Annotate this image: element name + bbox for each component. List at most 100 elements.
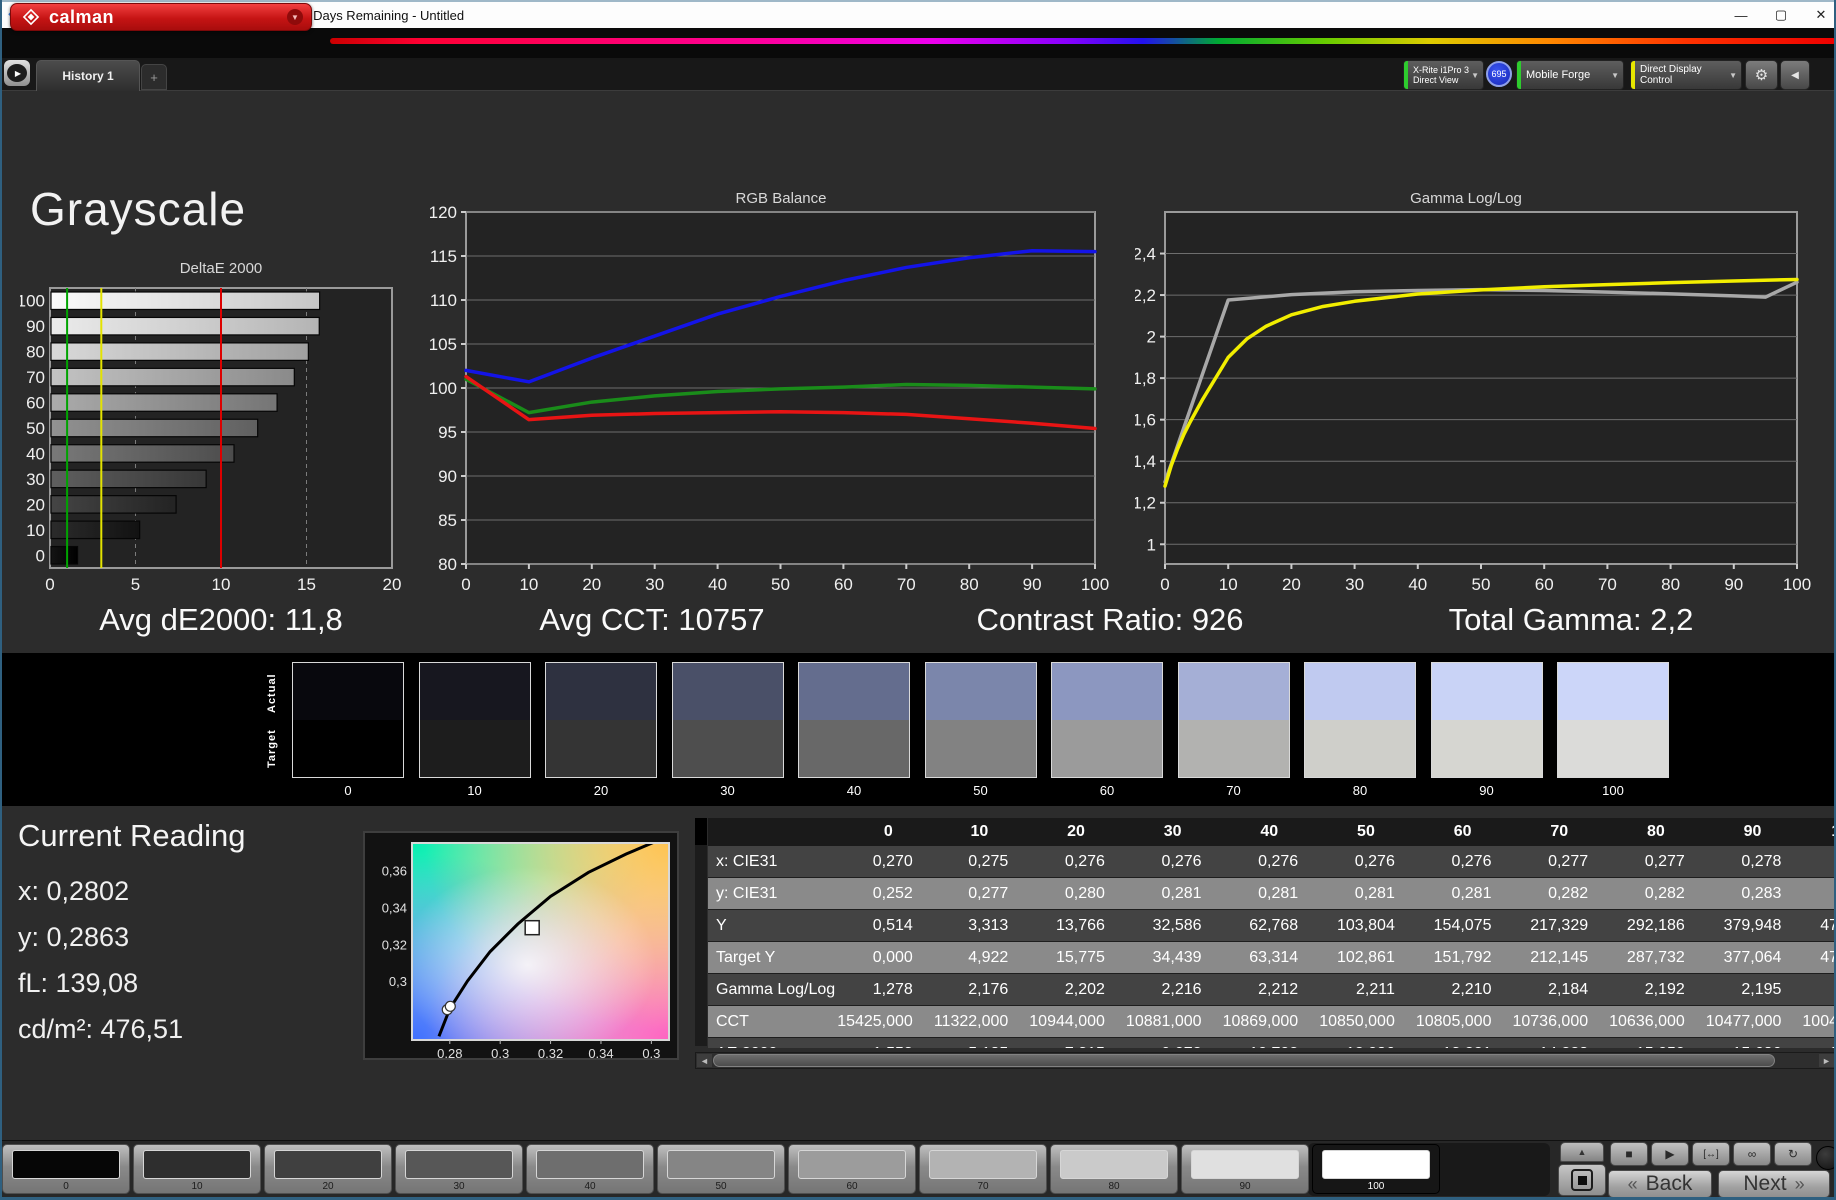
back-button[interactable]: « Back: [1608, 1170, 1712, 1198]
patch-button-60[interactable]: 60: [788, 1144, 916, 1194]
target-color: [546, 720, 656, 777]
patch-button-70[interactable]: 70: [919, 1144, 1047, 1194]
patch-button-30[interactable]: 30: [395, 1144, 523, 1194]
scroll-left-arrow-icon[interactable]: ◄: [697, 1054, 712, 1067]
add-tab-button[interactable]: +: [141, 64, 167, 90]
source-dropdown[interactable]: Mobile Forge ▼: [1516, 60, 1624, 90]
chevron-left-icon: ◀: [1791, 69, 1799, 81]
start-measure-button[interactable]: ▶: [1651, 1142, 1689, 1166]
continuous-measure-button[interactable]: ∞: [1733, 1142, 1771, 1166]
settings-button[interactable]: ⚙: [1745, 60, 1778, 90]
meter-count-badge[interactable]: 695: [1486, 61, 1512, 87]
table-col-header-30: 30: [1124, 818, 1222, 846]
table-cell: 34,439: [1124, 941, 1222, 974]
tab-history-1[interactable]: History 1: [36, 60, 140, 91]
table-col-header-20: 20: [1028, 818, 1125, 846]
patch-swatch: [1060, 1150, 1168, 1179]
table-cell: 0,281: [1318, 877, 1415, 910]
next-button[interactable]: Next »: [1718, 1170, 1830, 1198]
svg-text:30: 30: [1345, 575, 1364, 594]
scroll-right-arrow-icon[interactable]: ►: [1819, 1054, 1834, 1067]
meter-dropdown[interactable]: X-Rite i1Pro 3 Direct View ▼: [1403, 60, 1484, 90]
grayscale-swatch-0: [292, 662, 404, 778]
patch-button-90[interactable]: 90: [1181, 1144, 1309, 1194]
table-cell: 217,329: [1511, 909, 1609, 942]
svg-text:120: 120: [430, 203, 457, 222]
table-col-header-60: 60: [1414, 818, 1512, 846]
patch-level-label: 60: [846, 1181, 858, 1192]
table-cell: 10048,000: [1801, 1005, 1836, 1038]
tab-scroll-button[interactable]: ▶: [4, 60, 30, 86]
table-col-header-100: 100: [1801, 818, 1836, 846]
target-color: [1178, 720, 1289, 777]
svg-text:40: 40: [1408, 575, 1427, 594]
deltae-bar-30: [50, 469, 207, 489]
patch-button-40[interactable]: 40: [526, 1144, 654, 1194]
row-label: Y: [708, 909, 837, 942]
patch-window-up-button[interactable]: ▲: [1560, 1142, 1604, 1162]
workflow-dropdown[interactable]: Direct Display Control ▼: [1630, 60, 1742, 90]
table-cell: 2,275: [1801, 973, 1836, 1006]
table-row: ΔE 20001,5535,1857,3159,07210,70212,0861…: [708, 1037, 1836, 1048]
table-cell: 10,702: [1221, 1037, 1319, 1048]
patch-button-100[interactable]: 100: [1312, 1144, 1440, 1194]
table-cell: 0,276: [1221, 846, 1319, 878]
play-icon: ▶: [1665, 1147, 1675, 1161]
table-cell: 0,280: [1801, 846, 1836, 878]
table-cell: 10636,000: [1608, 1005, 1705, 1038]
table-cell: 0,276: [1028, 846, 1125, 878]
patch-button-50[interactable]: 50: [657, 1144, 785, 1194]
table-scrollbar[interactable]: ◄ ►: [695, 1052, 1836, 1069]
close-button[interactable]: ✕: [1812, 7, 1830, 23]
patch-button-20[interactable]: 20: [264, 1144, 392, 1194]
target-color: [925, 720, 1036, 777]
table-cell: 1,278: [836, 973, 933, 1006]
avg-de2000-stat: Avg dE2000: 11,8: [99, 602, 343, 637]
chevrons-left-icon: «: [1627, 1173, 1638, 1194]
deltae-bar-80: [50, 342, 309, 361]
scrollbar-thumb[interactable]: [713, 1054, 1775, 1067]
table-row: Y 0,514 3,313 13,766 32,586 62,768 103,804 154,…: [708, 909, 1836, 942]
swatch-level-label: 80: [1352, 783, 1368, 798]
table-cell: 0,282: [1608, 877, 1705, 910]
table-col-header-80: 80: [1608, 818, 1705, 846]
table-cell: 0,278: [1704, 846, 1802, 878]
minimize-button[interactable]: —: [1732, 8, 1750, 23]
window-border-left: [0, 0, 2, 1200]
chevrons-right-icon: »: [1794, 1173, 1805, 1194]
maximize-button[interactable]: ▢: [1772, 7, 1790, 23]
deltae-bar-chart: 0 10 20 30 40 50 60 70 80 90 100 0 5 10 15 20: [20, 287, 401, 594]
patch-button-80[interactable]: 80: [1050, 1144, 1178, 1194]
svg-text:0: 0: [36, 546, 45, 565]
table-cell: 9,072: [1124, 1037, 1222, 1048]
loop-measure-button[interactable]: ↻: [1774, 1142, 1812, 1166]
svg-text:10: 10: [26, 521, 45, 540]
row-label: ΔE 2000: [708, 1037, 837, 1048]
swatch-level-label: 70: [1226, 783, 1241, 798]
table-cell: 2,210: [1414, 973, 1512, 1006]
patch-button-10[interactable]: 10: [133, 1144, 261, 1194]
svg-text:0,34: 0,34: [588, 1046, 613, 1058]
svg-text:1,2: 1,2: [1135, 494, 1156, 513]
chevron-down-icon: ▼: [1611, 70, 1619, 80]
table-cell: 0,280: [1028, 877, 1125, 910]
chevron-down-icon: ▼: [1471, 70, 1479, 80]
patch-button-0[interactable]: 0: [2, 1144, 130, 1194]
table-cell: 1,553: [836, 1037, 933, 1048]
cie-chart-panel: 0,36 0,34 0,32 0,3 0,28 0,3 0,32 0,34 0,3: [363, 831, 679, 1061]
stop-measure-button[interactable]: ■: [1610, 1142, 1648, 1166]
table-cell: 10736,000: [1511, 1005, 1609, 1038]
table-cell: 0,277: [1608, 846, 1705, 878]
grayscale-swatch-70: [1177, 662, 1290, 778]
target-color: [419, 720, 530, 777]
chevron-down-icon: ▼: [287, 9, 303, 25]
table-cell: 0,276: [1414, 846, 1512, 878]
measure-series-button[interactable]: [↔]: [1692, 1142, 1730, 1166]
patch-level-label: 10: [191, 1181, 203, 1192]
patch-window-button[interactable]: [1558, 1164, 1606, 1196]
table-cell: 377,064: [1704, 941, 1802, 974]
calman-menu-button[interactable]: calman ▼: [10, 3, 312, 31]
table-cell: 476,514: [1801, 909, 1836, 942]
collapse-panel-button[interactable]: ◀: [1780, 60, 1810, 90]
grayscale-swatch-100: [1557, 662, 1669, 778]
